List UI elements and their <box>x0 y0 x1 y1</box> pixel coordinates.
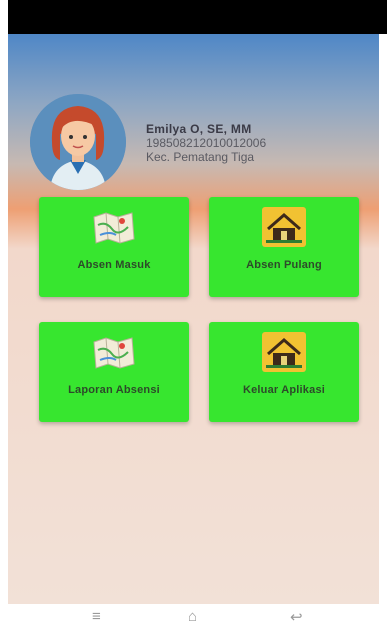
house-icon <box>262 207 306 247</box>
absen-pulang-label: Absen Pulang <box>246 259 322 271</box>
map-icon <box>93 337 135 369</box>
house-icon <box>262 332 306 372</box>
profile-location: Kec. Pematang Tiga <box>146 150 255 164</box>
back-icon[interactable]: ↩ <box>290 608 303 626</box>
profile-name: Emilya O, SE, MM <box>146 122 252 136</box>
profile-info: Emilya O, SE, MM 198508212010012006 Kec.… <box>146 122 266 164</box>
system-nav-bar: ≡ ⌂ ↩ <box>0 604 387 631</box>
absen-masuk-button[interactable]: Absen Masuk <box>39 197 189 297</box>
laporan-absensi-label: Laporan Absensi <box>68 384 160 396</box>
avatar <box>30 94 126 190</box>
status-bar <box>8 0 387 34</box>
absen-pulang-button[interactable]: Absen Pulang <box>209 197 359 297</box>
laporan-absensi-button[interactable]: Laporan Absensi <box>39 322 189 422</box>
profile-nip: 198508212010012006 <box>146 136 267 150</box>
map-icon <box>93 212 135 244</box>
app-screen: Emilya O, SE, MM 198508212010012006 Kec.… <box>8 34 379 604</box>
home-icon[interactable]: ⌂ <box>188 608 197 625</box>
profile-header: Emilya O, SE, MM 198508212010012006 Kec.… <box>30 94 370 190</box>
avatar-illustration <box>30 94 126 190</box>
keluar-aplikasi-label: Keluar Aplikasi <box>242 384 326 396</box>
absen-masuk-label: Absen Masuk <box>77 259 151 271</box>
keluar-aplikasi-button[interactable]: Keluar Aplikasi <box>209 322 359 422</box>
menu-icon[interactable]: ≡ <box>92 608 101 625</box>
